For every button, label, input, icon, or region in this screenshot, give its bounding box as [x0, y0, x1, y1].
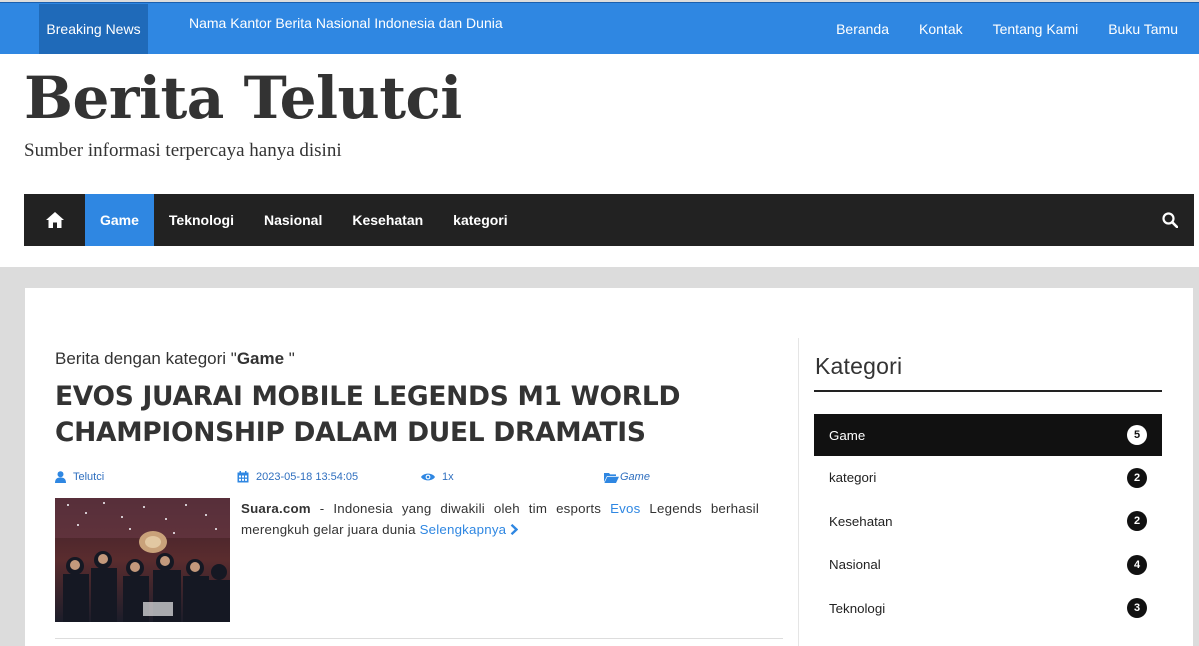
post-category[interactable]: Game	[604, 471, 650, 483]
chevron-right-icon	[510, 523, 519, 536]
post-author-name: Telutci	[73, 471, 105, 483]
category-count-badge: 3	[1127, 598, 1147, 619]
category-heading: Berita dengan kategori "Game "	[55, 349, 295, 369]
sidebar-title: Kategori	[815, 353, 903, 379]
category-count-badge: 2	[1127, 511, 1147, 532]
site-header: Berita Telutci Sumber informasi terperca…	[0, 54, 1199, 267]
post-thumbnail[interactable]	[55, 498, 230, 622]
post-date: 2023-05-18 13:54:05	[237, 471, 358, 483]
nav-item-nasional[interactable]: Nasional	[249, 194, 337, 246]
excerpt-text-1: - Indonesia yang diwakili oleh tim espor…	[310, 501, 611, 516]
excerpt-source: Suara.com	[241, 501, 311, 516]
category-count-badge: 4	[1127, 554, 1147, 575]
search-button[interactable]	[1146, 194, 1194, 246]
post-views-text: 1x	[442, 471, 454, 483]
top-link-beranda[interactable]: Beranda	[836, 21, 889, 37]
home-icon	[45, 212, 64, 228]
top-link-kontak[interactable]: Kontak	[919, 21, 963, 37]
top-link-buku-tamu[interactable]: Buku Tamu	[1108, 21, 1178, 37]
excerpt-highlight[interactable]: Evos	[610, 501, 640, 516]
calendar-icon	[237, 471, 249, 483]
nav-item-kesehatan[interactable]: Kesehatan	[337, 194, 438, 246]
site-title[interactable]: Berita Telutci	[24, 64, 462, 132]
nav-item-kategori[interactable]: kategori	[438, 194, 522, 246]
sidebar-title-rule	[814, 390, 1162, 392]
category-item-kategori[interactable]: kategori 2	[814, 456, 1162, 500]
category-label: Teknologi	[829, 600, 886, 616]
category-label: Game	[829, 427, 866, 443]
folder-open-icon	[604, 472, 619, 483]
category-label: Nasional	[829, 557, 881, 573]
category-heading-name: Game	[236, 349, 285, 368]
category-item-nasional[interactable]: Nasional 4	[814, 543, 1162, 587]
top-bar: Breaking News Nama Kantor Berita Nasiona…	[0, 2, 1199, 54]
category-item-kesehatan[interactable]: Kesehatan 2	[814, 500, 1162, 544]
category-item-teknologi[interactable]: Teknologi 3	[814, 587, 1162, 631]
main-nav: Game Teknologi Nasional Kesehatan katego…	[24, 194, 1194, 246]
nav-item-game[interactable]: Game	[85, 194, 154, 246]
news-ticker[interactable]: Nama Kantor Berita Nasional Indonesia da…	[189, 15, 503, 31]
read-more-link[interactable]: Selengkapnya	[420, 522, 519, 537]
site-tagline: Sumber informasi terpercaya hanya disini	[24, 140, 342, 161]
top-link-tentang-kami[interactable]: Tentang Kami	[993, 21, 1079, 37]
post-excerpt: Suara.com - Indonesia yang diwakili oleh…	[241, 498, 759, 540]
eye-icon	[421, 473, 435, 481]
category-count-badge: 5	[1127, 425, 1147, 445]
post-date-text: 2023-05-18 13:54:05	[256, 471, 359, 483]
category-heading-suffix: "	[284, 349, 295, 368]
breaking-news-label: Breaking News	[39, 4, 148, 54]
category-count-badge: 2	[1127, 467, 1147, 488]
category-item-game[interactable]: Game 5	[814, 414, 1162, 456]
post-meta: Telutci 2023-05-18 13:54:05 1x Game	[55, 471, 783, 489]
post-thumbnail-image	[55, 498, 230, 622]
column-divider	[798, 338, 799, 646]
post-views: 1x	[421, 471, 454, 483]
nav-item-teknologi[interactable]: Teknologi	[154, 194, 249, 246]
top-links: Beranda Kontak Tentang Kami Buku Tamu	[836, 3, 1178, 55]
post-divider	[55, 638, 783, 639]
category-list: Game 5 kategori 2 Kesehatan 2 Nasional 4…	[814, 414, 1162, 630]
post-author[interactable]: Telutci	[55, 471, 104, 483]
post-category-text: Game	[620, 471, 650, 483]
search-icon	[1162, 212, 1178, 228]
user-icon	[55, 471, 66, 483]
content-card: Berita dengan kategori "Game " EVOS JUAR…	[25, 288, 1193, 646]
category-label: Kesehatan	[829, 513, 893, 529]
category-heading-prefix: Berita dengan kategori "	[55, 349, 237, 368]
post-title[interactable]: EVOS JUARAI MOBILE LEGENDS M1 WORLD CHAM…	[55, 379, 775, 451]
home-button[interactable]	[24, 194, 85, 246]
read-more-label: Selengkapnya	[419, 522, 507, 537]
category-label: kategori	[829, 470, 877, 486]
